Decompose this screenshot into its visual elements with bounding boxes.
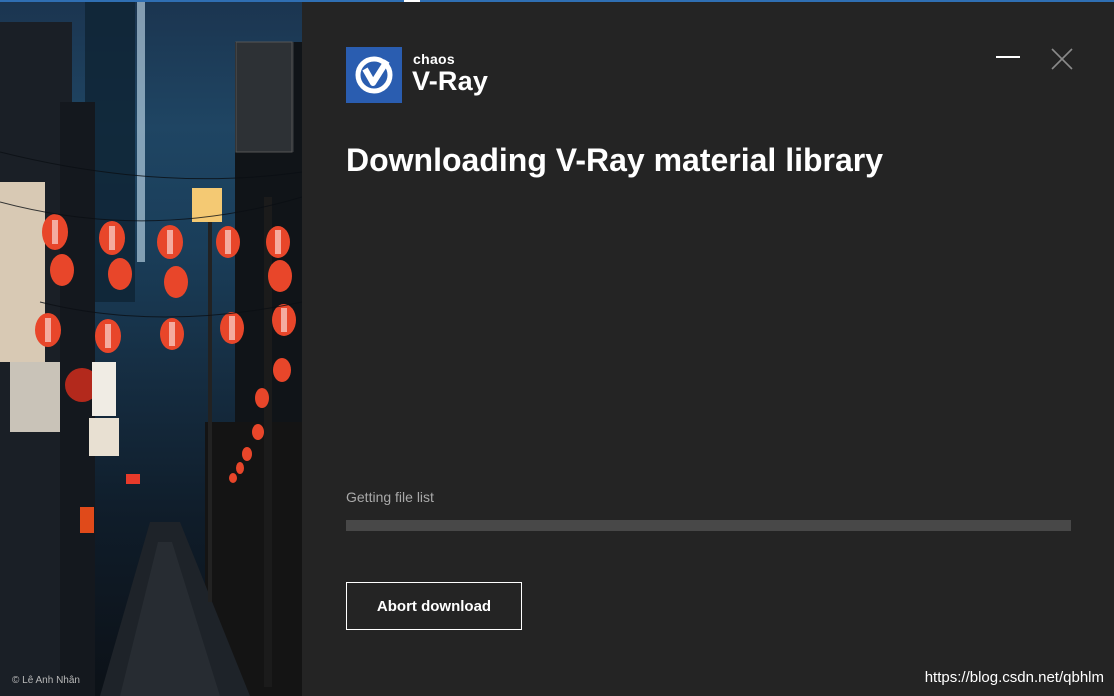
progress-bar <box>346 520 1071 531</box>
vray-logo <box>346 47 402 103</box>
close-icon <box>1051 48 1073 70</box>
close-button[interactable] <box>1047 44 1077 74</box>
side-photo: © Lê Anh Nhân <box>0 2 302 696</box>
minimize-icon <box>996 56 1020 58</box>
minimize-button[interactable] <box>993 44 1023 74</box>
brand-vray-text: V-Ray <box>412 66 489 96</box>
watermark-url: https://blog.csdn.net/qbhlm <box>924 669 1104 686</box>
brand-chaos-text: chaos <box>413 51 455 67</box>
installer-window: © Lê Anh Nhân chaos V-Ray Downloading V-… <box>0 0 1114 696</box>
photo-credit: © Lê Anh Nhân <box>12 675 80 686</box>
page-title: Downloading V-Ray material library <box>346 142 884 178</box>
status-text: Getting file list <box>346 489 434 505</box>
vray-v-icon <box>355 56 393 94</box>
abort-download-button[interactable]: Abort download <box>346 582 522 630</box>
alley-illustration <box>0 2 302 696</box>
